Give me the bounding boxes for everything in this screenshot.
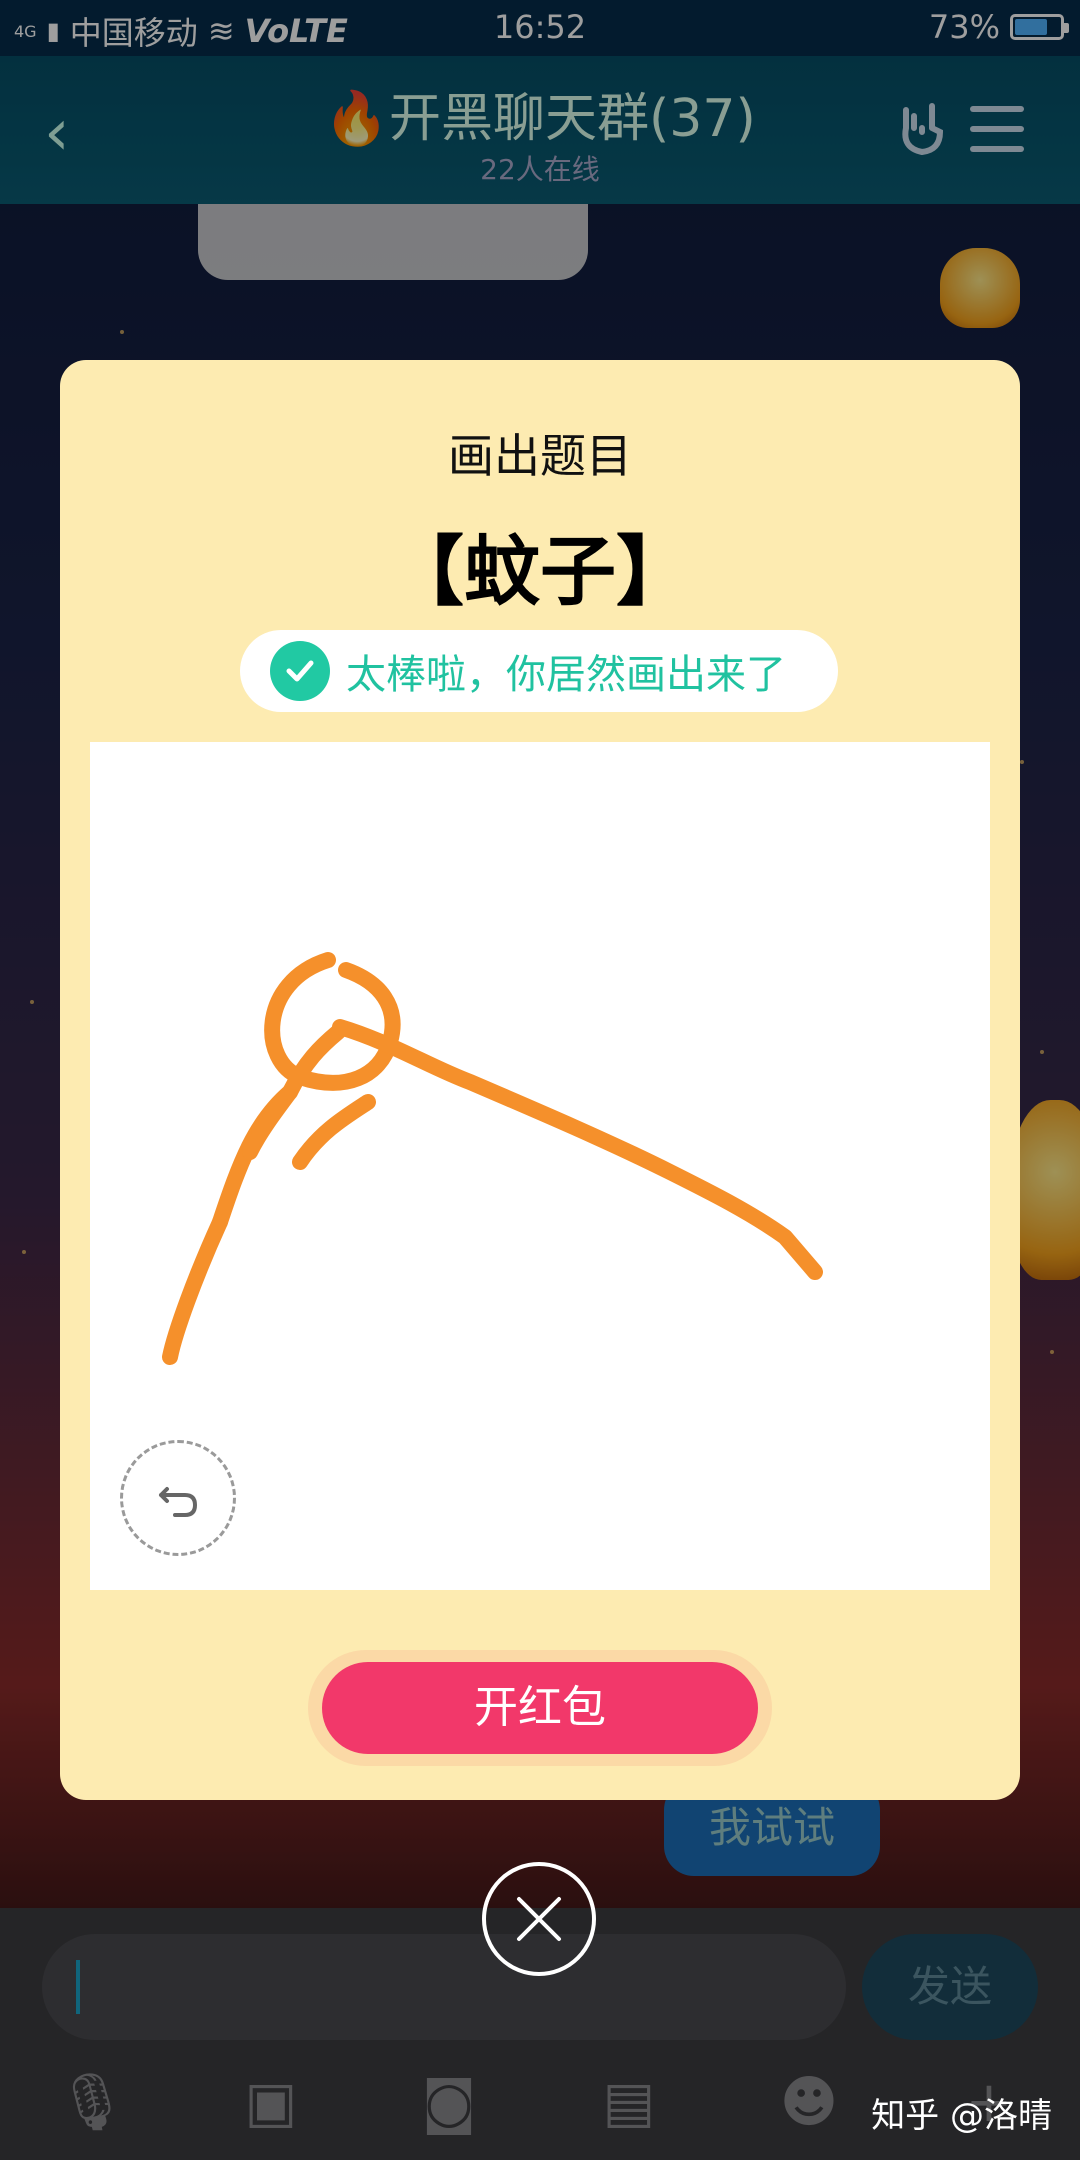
draw-guess-dialog: 画出题目 【蚊子】 太棒啦，你居然画出来了 开红包 [60, 360, 1020, 1800]
drawing-strokes [162, 952, 823, 1365]
watermark: 知乎 @洛晴 [871, 2096, 1052, 2136]
drawing-canvas[interactable] [90, 742, 990, 1590]
success-banner: 太棒啦，你居然画出来了 [240, 630, 838, 712]
check-icon [270, 641, 330, 701]
prompt-word: 【蚊子】 [388, 527, 692, 616]
close-icon[interactable] [482, 1862, 596, 1976]
open-red-packet-button[interactable]: 开红包 [322, 1662, 758, 1754]
success-message: 太棒啦，你居然画出来了 [346, 652, 786, 698]
dialog-title: 画出题目 [448, 429, 632, 483]
undo-icon[interactable] [120, 1440, 236, 1556]
